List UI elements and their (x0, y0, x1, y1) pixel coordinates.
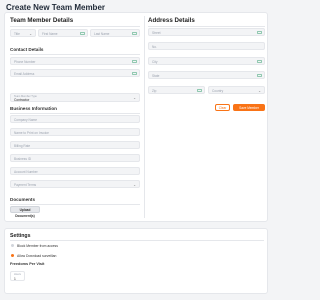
contact-details-heading: Contact Details (10, 47, 44, 52)
country-placeholder: Country (212, 88, 224, 93)
settings-heading: Settings (10, 233, 31, 239)
phone-field[interactable]: Phone Number (10, 57, 140, 65)
keyboard-icon[interactable] (80, 31, 85, 36)
divider (10, 240, 264, 241)
zip-placeholder: Zip (152, 88, 157, 93)
street-field[interactable]: Street (148, 28, 265, 36)
payment-terms-placeholder: Payment Terms (14, 182, 37, 187)
hours-value: 1 (14, 276, 16, 281)
member-form-card: Team Member Details Title ⌄ First Name L… (4, 12, 268, 222)
divider (148, 26, 265, 27)
keyboard-icon[interactable] (132, 71, 137, 76)
address-details-heading: Address Details (148, 17, 195, 24)
block-access-toggle[interactable] (11, 244, 14, 247)
invoice-name-placeholder: Name to Print on Invoice (14, 130, 49, 135)
billing-rate-field[interactable]: Billing Rate (10, 141, 140, 149)
save-member-button[interactable]: Save Member (233, 104, 265, 111)
keyboard-icon[interactable] (257, 59, 262, 64)
invoice-name-field[interactable]: Name to Print on Invoice (10, 128, 140, 136)
clear-button[interactable]: Clear (215, 104, 230, 111)
keyboard-icon[interactable] (132, 59, 137, 64)
street-placeholder: Street (152, 30, 161, 35)
column-divider (144, 16, 145, 218)
city-field[interactable]: City (148, 57, 265, 65)
email-field[interactable]: Email Address (10, 69, 140, 77)
allow-download-label: Allow Download surveillan (17, 253, 57, 258)
divider (10, 204, 140, 205)
state-field[interactable]: State (148, 71, 265, 79)
business-information-heading: Business Information (10, 106, 57, 111)
chevron-down-icon: ⌄ (133, 95, 136, 100)
first-name-field[interactable]: First Name (38, 29, 88, 37)
business-id-placeholder: Business ID (14, 156, 32, 161)
billing-rate-placeholder: Billing Rate (14, 143, 31, 148)
page-title: Create New Team Member (6, 3, 105, 12)
email-placeholder: Email Address (14, 71, 35, 76)
no-field[interactable]: No. (148, 42, 265, 50)
title-select[interactable]: Title ⌄ (10, 29, 36, 37)
business-id-field[interactable]: Business ID (10, 154, 140, 162)
company-name-field[interactable]: Company Name (10, 115, 140, 123)
last-name-field[interactable]: Last Name (90, 29, 140, 37)
divider (10, 54, 140, 55)
chevron-down-icon: ⌄ (133, 182, 136, 187)
block-access-label: Block Member from access (17, 243, 58, 248)
phone-placeholder: Phone Number (14, 59, 36, 64)
country-select[interactable]: Country ⌄ (208, 86, 265, 94)
title-placeholder: Title (14, 31, 20, 36)
documents-heading: Documents (10, 197, 36, 202)
divider (10, 113, 140, 114)
company-name-placeholder: Company Name (14, 117, 38, 122)
member-type-value: Contractor (14, 97, 30, 102)
team-member-details-heading: Team Member Details (10, 17, 74, 24)
divider (10, 26, 140, 27)
chevron-down-icon: ⌄ (258, 88, 261, 93)
no-placeholder: No. (152, 44, 157, 49)
first-name-placeholder: First Name (42, 31, 58, 36)
keyboard-icon[interactable] (257, 73, 262, 78)
payment-terms-select[interactable]: Payment Terms ⌄ (10, 180, 140, 188)
account-number-field[interactable]: Account Number (10, 167, 140, 175)
state-placeholder: State (152, 73, 160, 78)
hours-field[interactable]: Hours 1 (10, 271, 25, 281)
last-name-placeholder: Last Name (94, 31, 110, 36)
member-type-select[interactable]: Team Member Type Contractor ⌄ (10, 93, 140, 102)
keyboard-icon[interactable] (197, 88, 202, 93)
zip-field[interactable]: Zip (148, 86, 205, 94)
upload-documents-button[interactable]: Upload Document(s) (10, 206, 40, 218)
account-number-placeholder: Account Number (14, 169, 38, 174)
chevron-down-icon: ⌄ (29, 31, 32, 36)
allow-download-toggle[interactable] (11, 254, 14, 257)
settings-card: Settings Block Member from access Allow … (4, 228, 268, 294)
keyboard-icon[interactable] (132, 31, 137, 36)
keyboard-icon[interactable] (257, 30, 262, 35)
freedoms-heading: Freedoms Per Visit (10, 262, 45, 266)
city-placeholder: City (152, 59, 158, 64)
